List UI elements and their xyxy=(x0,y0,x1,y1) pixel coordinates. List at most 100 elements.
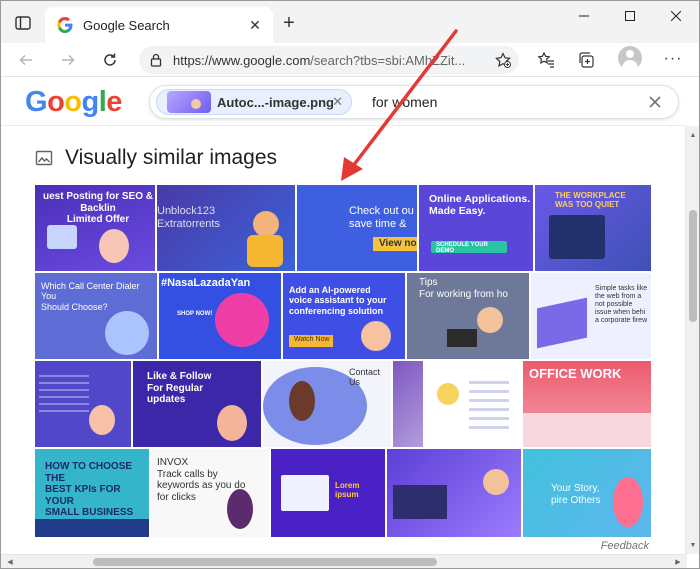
address-bar[interactable]: https://www.google.com/search?tbs=sbi:AM… xyxy=(139,46,519,74)
tab-google-search[interactable]: Google Search ✕ xyxy=(45,7,273,43)
tile-figure xyxy=(537,297,587,349)
image-tile[interactable]: Online Applications. Made Easy. SCHEDULE… xyxy=(419,185,533,271)
collections-icon[interactable] xyxy=(575,49,597,71)
browser-toolbar: https://www.google.com/search?tbs=sbi:AM… xyxy=(1,43,699,77)
search-box[interactable]: Autoc...-image.png ✕ for women xyxy=(149,85,679,119)
tile-figure xyxy=(447,329,477,347)
image-tile[interactable] xyxy=(393,361,521,447)
tile-caption: Contact Us xyxy=(349,367,381,388)
shop-now-label: SHOP NOW! xyxy=(177,311,213,317)
image-tile[interactable]: uest Posting for SEO & Backlin Limited O… xyxy=(35,185,155,271)
tile-figure xyxy=(99,229,129,263)
tab-title: Google Search xyxy=(83,17,170,33)
tile-figure xyxy=(477,307,503,333)
maximize-icon[interactable] xyxy=(607,1,653,31)
watch-now-label: Watch Now xyxy=(294,336,330,343)
horizontal-scrollbar[interactable]: ◀ ▶ xyxy=(1,554,687,568)
tile-figure xyxy=(227,489,253,529)
tab-actions-icon[interactable] xyxy=(9,11,37,35)
new-tab-button[interactable]: + xyxy=(279,12,299,34)
tile-figure xyxy=(105,311,149,355)
schedule-demo-button: SCHEDULE YOUR DEMO xyxy=(431,241,507,254)
tile-figure xyxy=(89,405,115,435)
tab-bar: Google Search ✕ + xyxy=(1,1,699,43)
image-tile[interactable]: #NasaLazadaYan SHOP NOW! xyxy=(159,273,281,359)
tile-figure xyxy=(247,235,283,267)
tile-figure xyxy=(393,361,423,447)
google-header: Google Autoc...-image.png ✕ for women xyxy=(1,78,685,126)
tile-figure xyxy=(437,383,459,405)
back-arrow-icon[interactable] xyxy=(13,47,39,73)
image-tile[interactable]: Tips For working from ho xyxy=(407,273,529,359)
feedback-link[interactable]: Feedback xyxy=(601,540,649,552)
tile-figure xyxy=(35,519,149,537)
tile-figure xyxy=(39,375,89,415)
watch-now-button: Watch Now xyxy=(289,335,333,347)
favorites-icon[interactable] xyxy=(535,49,557,71)
lock-icon[interactable] xyxy=(149,53,163,67)
tile-figure xyxy=(215,293,269,347)
vertical-scrollbar[interactable]: ▲ ▼ xyxy=(685,126,699,554)
more-menu-icon[interactable]: ··· xyxy=(663,49,683,69)
image-tile[interactable]: Check out ou save time & View no xyxy=(297,185,417,271)
tile-figure xyxy=(281,475,329,511)
tile-caption: Simple tasks like the web from a not pos… xyxy=(595,285,648,325)
logo-letter: o xyxy=(64,86,82,118)
google-logo[interactable]: Google xyxy=(25,86,122,119)
vertical-scroll-thumb[interactable] xyxy=(689,210,697,322)
tab-close-icon[interactable]: ✕ xyxy=(245,15,265,35)
tile-caption: Lorem ipsum xyxy=(335,481,360,500)
section-title: Visually similar images xyxy=(65,146,278,169)
clear-search-icon[interactable] xyxy=(646,93,664,111)
image-tile[interactable]: Unblock123 Extratorrents xyxy=(157,185,295,271)
view-now-label: View no xyxy=(379,238,417,249)
tile-figure xyxy=(613,477,643,527)
minimize-icon[interactable] xyxy=(561,1,607,31)
image-tile[interactable]: Add an AI-powered voice assistant to you… xyxy=(283,273,405,359)
image-tile[interactable] xyxy=(387,449,521,537)
tile-caption: uest Posting for SEO & Backlin Limited O… xyxy=(42,191,153,225)
scroll-up-icon[interactable]: ▲ xyxy=(688,130,698,140)
forward-arrow-icon[interactable] xyxy=(55,47,81,73)
tile-caption: Add an AI-powered voice assistant to you… xyxy=(289,285,387,316)
image-query-chip[interactable]: Autoc...-image.png ✕ xyxy=(156,89,352,115)
tile-figure xyxy=(393,485,447,519)
tile-figure xyxy=(361,321,391,351)
scroll-left-icon[interactable]: ◀ xyxy=(5,557,15,567)
image-tile[interactable]: Simple tasks like the web from a not pos… xyxy=(531,273,651,359)
profile-avatar[interactable] xyxy=(618,46,642,70)
refresh-icon[interactable] xyxy=(97,47,123,73)
view-now-button: View no xyxy=(373,237,417,251)
image-tile[interactable]: Your Story, pire Others xyxy=(523,449,651,537)
tile-caption: Your Story, pire Others xyxy=(551,483,601,506)
image-tile[interactable]: Like & Follow For Regular updates xyxy=(133,361,261,447)
scroll-down-icon[interactable]: ▼ xyxy=(688,540,698,550)
url-path: /search?tbs=sbi:AMhZZit... xyxy=(310,52,466,68)
url-text[interactable]: https://www.google.com/search?tbs=sbi:AM… xyxy=(173,53,473,68)
image-tile[interactable]: Contact Us xyxy=(263,361,391,447)
tile-caption: #NasaLazadaYan xyxy=(161,277,251,289)
image-tile[interactable]: OFFICE WORK xyxy=(523,361,651,447)
search-input[interactable]: for women xyxy=(372,94,437,110)
image-tile[interactable]: HOW TO CHOOSE THE BEST KPIs FOR YOUR SMA… xyxy=(35,449,149,537)
image-tile[interactable] xyxy=(35,361,131,447)
query-image-thumbnail xyxy=(167,91,211,113)
google-favicon-icon xyxy=(57,17,73,33)
image-tile[interactable]: Which Call Center Dialer You Should Choo… xyxy=(35,273,157,359)
tile-figure xyxy=(523,413,651,447)
tile-figure xyxy=(289,381,315,421)
remove-image-icon[interactable]: ✕ xyxy=(332,94,343,110)
horizontal-scroll-thumb[interactable] xyxy=(93,558,437,566)
image-icon xyxy=(35,150,53,166)
scroll-right-icon[interactable]: ▶ xyxy=(673,557,683,567)
close-window-icon[interactable] xyxy=(653,1,699,31)
url-host: https://www.google.com xyxy=(173,52,311,68)
tile-figure xyxy=(483,469,509,495)
image-tile[interactable]: INVOX Track calls by keywords as you do … xyxy=(151,449,269,537)
tile-figure xyxy=(253,211,279,237)
image-tile[interactable]: THE WORKPLACE WAS TOO QUIET xyxy=(535,185,651,271)
logo-letter: o xyxy=(47,86,65,118)
logo-letter: e xyxy=(106,86,122,118)
image-tile[interactable]: Lorem ipsum xyxy=(271,449,385,537)
add-favorite-icon[interactable] xyxy=(495,52,511,68)
